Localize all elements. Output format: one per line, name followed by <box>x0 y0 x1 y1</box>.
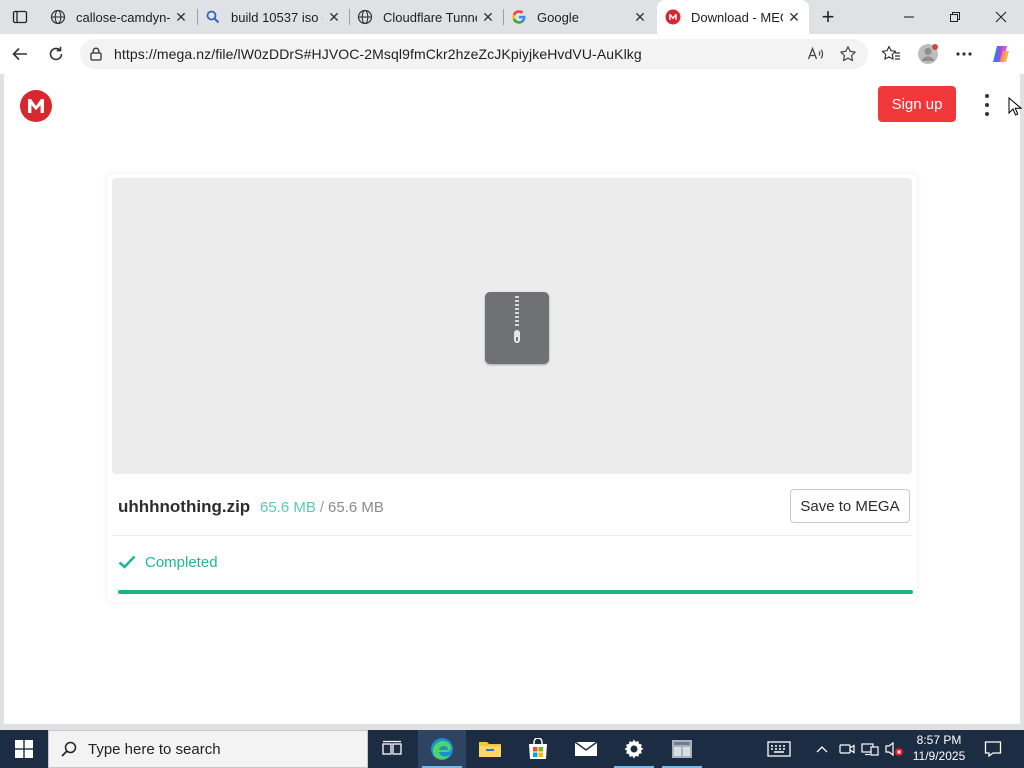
browser-tab[interactable]: Cloudflare Tunne ✕ <box>349 0 503 34</box>
browser-toolbar: https://mega.nz/file/lW0zDDrS#HJVOC-2Msq… <box>0 34 1024 74</box>
sign-up-button[interactable]: Sign up <box>878 86 956 122</box>
tab-title: Download - MEG <box>691 9 783 25</box>
close-window-button[interactable] <box>978 0 1024 34</box>
mega-icon <box>665 9 681 25</box>
network-icon[interactable] <box>858 730 882 768</box>
file-preview <box>112 178 912 474</box>
close-tab-icon[interactable]: ✕ <box>170 6 192 28</box>
back-button[interactable] <box>6 40 34 68</box>
zip-file-icon <box>485 292 549 364</box>
favorite-star-icon[interactable] <box>839 45 857 63</box>
address-bar[interactable]: https://mega.nz/file/lW0zDDrS#HJVOC-2Msq… <box>80 39 868 69</box>
url-text: https://mega.nz/file/lW0zDDrS#HJVOC-2Msq… <box>114 46 642 62</box>
restore-button[interactable] <box>932 0 978 34</box>
browser-tab-active[interactable]: Download - MEG ✕ <box>657 0 809 34</box>
window-frame <box>1020 74 1024 726</box>
search-icon <box>205 9 221 25</box>
settings-gear-icon[interactable] <box>610 730 658 768</box>
site-info-icon[interactable] <box>88 46 104 62</box>
divider <box>112 535 912 536</box>
notifications-icon[interactable] <box>978 730 1008 768</box>
file-size: 65.6 MB/65.6 MB <box>260 499 384 516</box>
taskbar: Type here to search 8:57 PM 11/9/2025 <box>0 730 1024 768</box>
browser-tab[interactable]: Google ✕ <box>503 0 655 34</box>
page-content: Sign up uhhhnothing.zip 65.6 MB/65.6 MB … <box>4 74 1020 726</box>
clock-date: 11/9/2025 <box>912 749 966 763</box>
progress-bar <box>118 590 913 594</box>
save-to-mega-button[interactable]: Save to MEGA <box>790 489 910 523</box>
store-icon[interactable] <box>514 730 562 768</box>
browser-tab[interactable]: callose-camdyn-l ✕ <box>42 0 196 34</box>
keyboard-icon[interactable] <box>762 730 796 768</box>
new-tab-button[interactable]: + <box>815 4 841 30</box>
search-icon <box>59 739 79 759</box>
globe-icon <box>50 9 66 25</box>
profile-avatar[interactable] <box>917 43 939 65</box>
google-icon <box>511 9 527 25</box>
refresh-button[interactable] <box>42 40 70 68</box>
close-tab-icon[interactable]: ✕ <box>783 6 805 28</box>
browser-tab[interactable]: build 10537 iso - ✕ <box>197 0 349 34</box>
tab-title: build 10537 iso - <box>231 9 323 25</box>
start-button[interactable] <box>0 730 48 768</box>
status-text: Completed <box>145 553 218 571</box>
download-status: Completed <box>118 553 218 571</box>
downloaded-size: 65.6 MB <box>260 499 316 516</box>
meet-now-icon[interactable] <box>836 730 858 768</box>
app-taskbar-icon[interactable] <box>658 730 706 768</box>
taskbar-search[interactable]: Type here to search <box>48 730 368 768</box>
clock-time: 8:57 PM <box>916 733 962 747</box>
checkmark-icon <box>118 553 136 571</box>
menu-kebab-icon[interactable] <box>978 94 996 116</box>
total-size: 65.6 MB <box>328 499 384 516</box>
size-separator: / <box>319 499 325 516</box>
progress-bar-fill <box>118 590 913 594</box>
show-hidden-icons-icon[interactable] <box>810 730 834 768</box>
tab-title: callose-camdyn-l <box>76 9 170 25</box>
system-clock[interactable]: 8:57 PM 11/9/2025 <box>906 732 972 766</box>
tab-actions-icon[interactable] <box>8 5 32 29</box>
edge-taskbar-icon[interactable] <box>418 730 466 768</box>
copilot-icon[interactable] <box>990 43 1012 65</box>
read-aloud-icon[interactable] <box>807 45 825 63</box>
search-placeholder: Type here to search <box>88 740 221 758</box>
tab-title: Google <box>537 9 579 25</box>
minimize-button[interactable] <box>886 0 932 34</box>
download-card: uhhhnothing.zip 65.6 MB/65.6 MB Save to … <box>107 174 917 602</box>
file-explorer-icon[interactable] <box>466 730 514 768</box>
task-view-button[interactable] <box>368 730 416 768</box>
close-tab-icon[interactable]: ✕ <box>477 6 499 28</box>
mouse-cursor-icon <box>1008 97 1022 116</box>
file-name: uhhhnothing.zip <box>118 497 251 516</box>
close-tab-icon[interactable]: ✕ <box>629 6 651 28</box>
close-tab-icon[interactable]: ✕ <box>323 6 345 28</box>
more-options-icon[interactable] <box>953 43 975 65</box>
mail-icon[interactable] <box>562 730 610 768</box>
favorites-icon[interactable] <box>880 43 902 65</box>
volume-muted-icon[interactable] <box>882 730 906 768</box>
globe-icon <box>357 9 373 25</box>
tab-strip: callose-camdyn-l ✕ build 10537 iso - ✕ C… <box>0 0 1024 34</box>
tab-title: Cloudflare Tunne <box>383 9 477 25</box>
mega-logo[interactable] <box>20 90 52 122</box>
